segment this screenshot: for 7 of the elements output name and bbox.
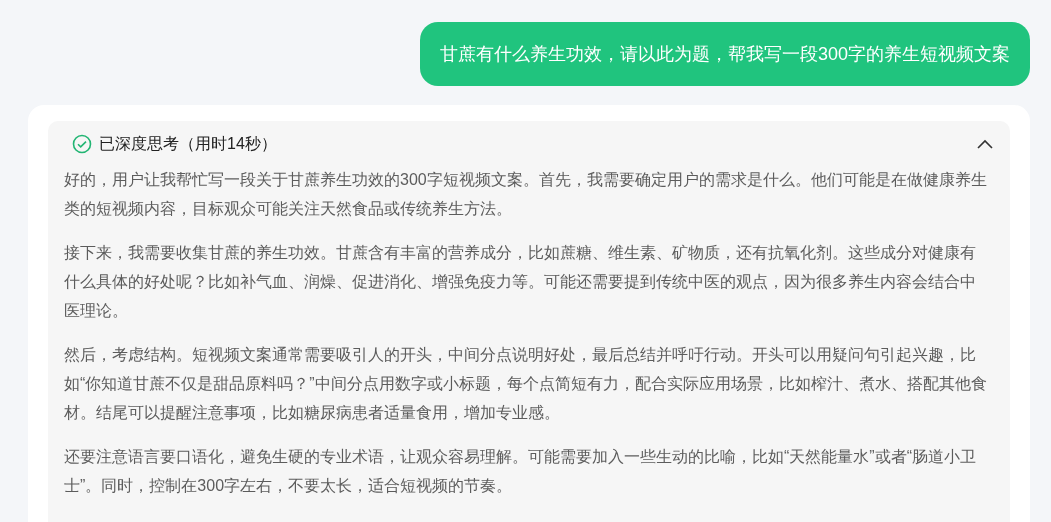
thinking-paragraph: 接下来，我需要收集甘蔗的养生功效。甘蔗含有丰富的营养成分，比如蔗糖、维生素、矿物质，还有抗氧化剂。这些成分对健康有什么具体的好处呢？比如补气血、润燥、促进消化、增强免疫力等。可能还需要提到传统中医的观点，因为很多养生内容会结合中医理论。 (64, 243, 977, 321)
thinking-paragraph: 好的，用户让我帮忙写一段关于甘蔗养生功效的300字短视频文案。首先，我需要确定用户的需求是什么。他们可能是在做健康养生类的短视频内容，目标观众可能关注天然食品或传统养生方法。 (64, 170, 988, 219)
user-message: 甘蔗有什么养生功效，请以此为题，帮我写一段300字的养生短视频文案 (419, 22, 1030, 86)
thinking-paragraph: 然后，考虑结构。短视频文案通常需要吸引人的开头，中间分点说明好处，最后总结并呼吁行动。开头可以用疑问句引起兴趣，比如“你知道甘蔗不仅是甜品原料吗？”中间分点用数字或小标题，每个点简短有力，配合实际应用场景，比如榨汁、煮水、搭配其他食材。结尾可以提醒注意事项，比如糖尿病患者适量食用，增加专业感。 (64, 345, 988, 423)
chevron-up-icon (977, 139, 993, 149)
thinking-title: 已深度思考（用时14秒） (99, 134, 277, 154)
thinking-paragraph: 还要注意语言要口语化，避免生硬的专业术语，让观众容易理解。可能需要加入一些生动的比喻，比如“天然能量水”或者“肠道小卫士”。同时，控制在300字左右，不要太长，适合短视频的节奏。 (64, 447, 977, 496)
